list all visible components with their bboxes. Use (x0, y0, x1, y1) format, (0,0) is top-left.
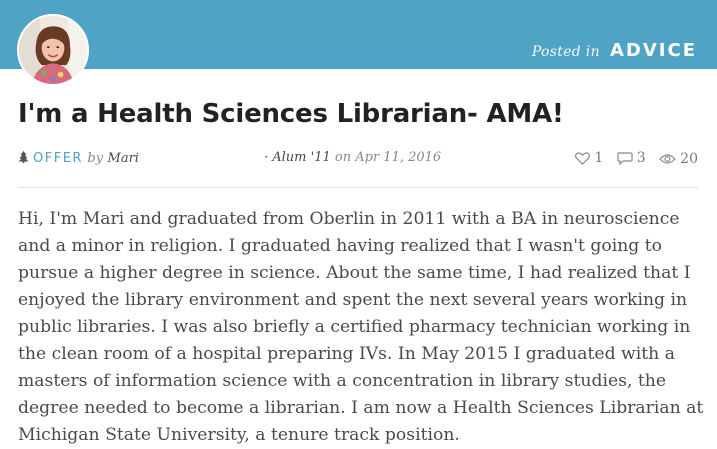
posted-in: Posted in ADVICE (532, 40, 697, 61)
post-type: OFFER by Mari (18, 150, 139, 166)
post-date: Apr 11, 2016 (355, 150, 442, 165)
tree-icon (18, 151, 29, 163)
posted-in-label: Posted in (531, 44, 600, 60)
author-avatar[interactable] (17, 14, 89, 86)
post-title: I'm a Health Sciences Librarian- AMA! (18, 99, 564, 129)
view-count: 20 (680, 150, 698, 167)
author-link[interactable]: Mari (108, 151, 139, 166)
alum-year: · Alum '11 (264, 150, 331, 165)
views-stat: 20 (659, 151, 698, 167)
like-count: 1 (594, 150, 604, 166)
heart-icon (575, 151, 591, 165)
eye-icon (659, 153, 676, 164)
divider (18, 187, 698, 188)
post-type-label[interactable]: OFFER (33, 151, 83, 166)
comments-button[interactable]: 3 (617, 150, 646, 166)
alum-date: · Alum '11 on Apr 11, 2016 (264, 150, 441, 165)
avatar-photo (19, 16, 87, 84)
by-label: by (87, 151, 104, 166)
category-link[interactable]: ADVICE (610, 40, 697, 61)
post-stats: 1 3 20 (566, 150, 698, 169)
post-meta: OFFER by Mari · Alum '11 on Apr 11, 2016… (18, 150, 698, 168)
comment-count: 3 (636, 150, 646, 166)
like-button[interactable]: 1 (575, 150, 603, 166)
post-body: Hi, I'm Mari and graduated from Oberlin … (18, 209, 704, 445)
on-label: on (334, 150, 352, 165)
comment-icon (617, 151, 633, 165)
